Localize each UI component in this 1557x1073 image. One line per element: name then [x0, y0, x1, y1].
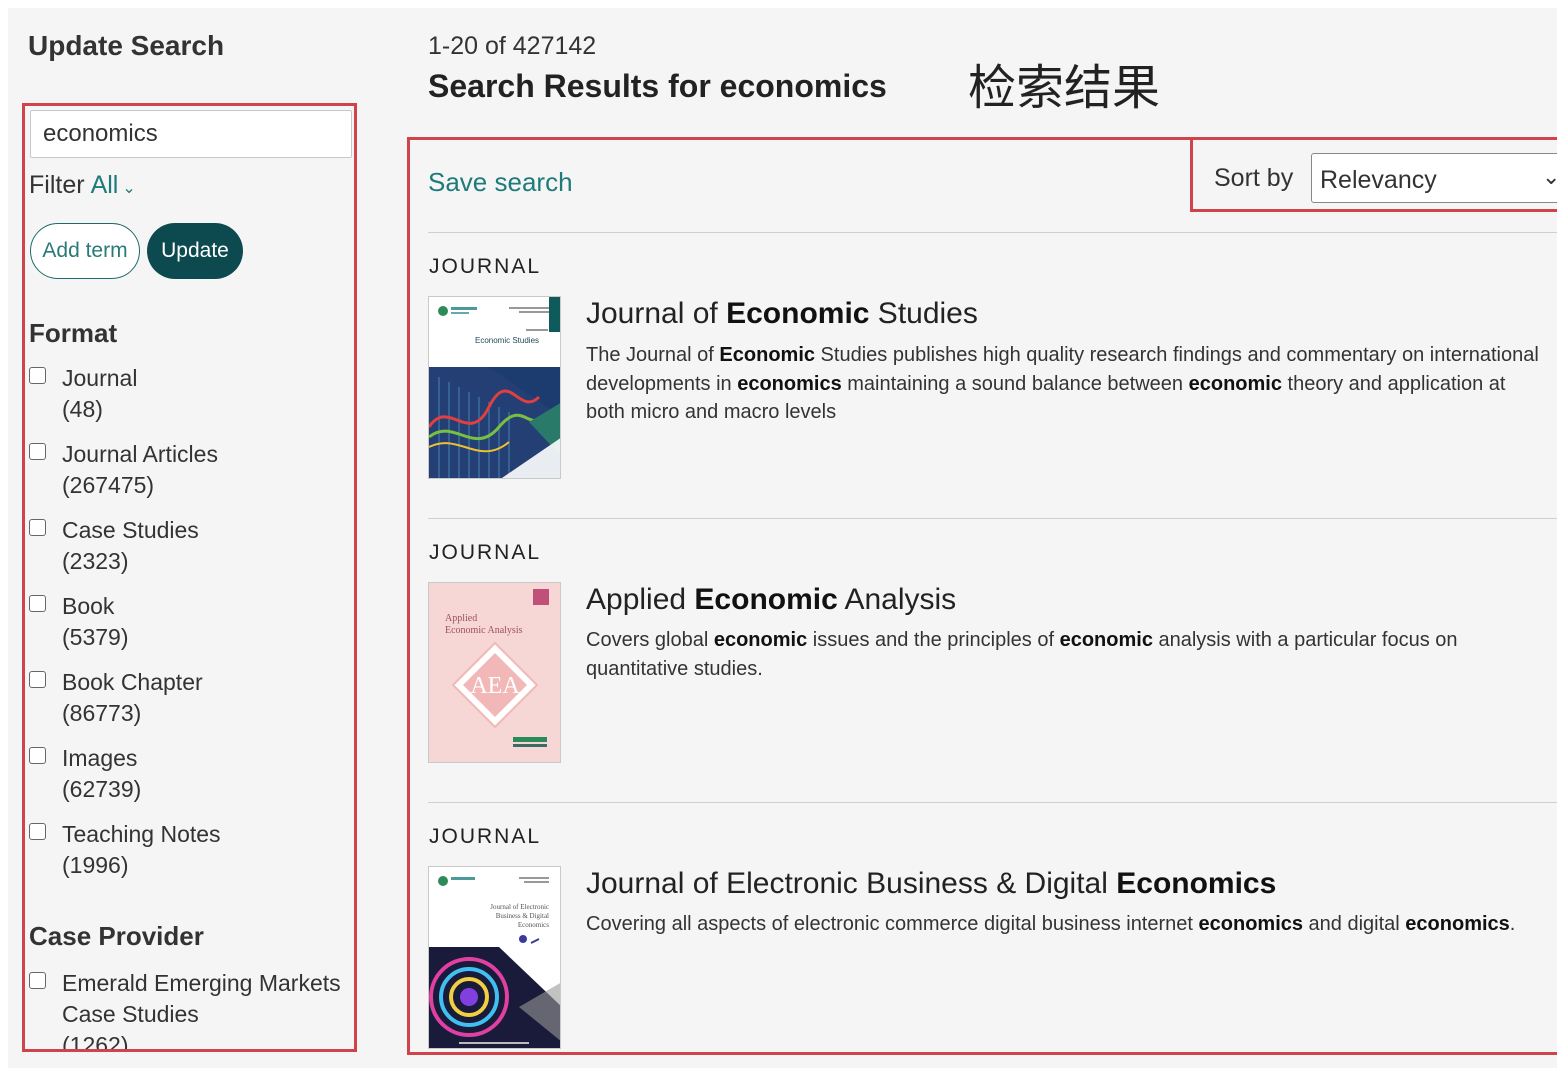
cover-art: Applied Economic Analysis AEA: [429, 583, 560, 762]
facet-label: Case Studies: [62, 517, 199, 543]
update-search-heading: Update Search: [28, 30, 225, 61]
facet-label: Book: [62, 593, 115, 619]
filter-row: Filter All ⌄: [29, 171, 136, 200]
divider: [428, 232, 1557, 233]
result-title-link[interactable]: Journal of Electronic Business & Digital…: [586, 867, 1276, 901]
facet-images[interactable]: Images (62739): [29, 743, 349, 819]
cover-mark: AEA: [470, 673, 520, 699]
update-button[interactable]: Update: [147, 223, 243, 279]
page-title: Search Results for economics: [428, 68, 887, 104]
result-title-link[interactable]: Journal of Economic Studies: [586, 297, 978, 331]
checkbox[interactable]: [29, 747, 46, 764]
checkbox[interactable]: [29, 595, 46, 612]
results-count: 1-20 of 427142: [428, 32, 597, 60]
sort-label: Sort by: [1214, 164, 1294, 192]
checkbox[interactable]: [29, 443, 46, 460]
facet-label: Journal Articles: [62, 441, 218, 467]
filter-dropdown[interactable]: All: [91, 171, 119, 199]
cover-title: Applied: [445, 613, 477, 624]
facet-journal-articles[interactable]: Journal Articles (267475): [29, 439, 349, 515]
result-type: JOURNAL: [429, 825, 542, 848]
facet-count: (62739): [62, 776, 142, 802]
annotation-label: 检索结果: [968, 60, 1161, 116]
facet-count: (86773): [62, 700, 142, 726]
add-term-button[interactable]: Add term: [30, 223, 140, 279]
svg-text:Business & Digital: Business & Digital: [496, 912, 549, 920]
search-input[interactable]: [30, 110, 352, 158]
cover-art: Economic Studies: [429, 297, 560, 478]
sort-select[interactable]: Relevancy ⌄: [1311, 153, 1557, 203]
result-type: JOURNAL: [429, 255, 542, 278]
sort-value: Relevancy: [1320, 166, 1437, 194]
svg-text:Economics: Economics: [518, 921, 549, 929]
save-search-link[interactable]: Save search: [428, 167, 573, 198]
facet-count: (1996): [62, 852, 129, 878]
facet-count: (1262): [62, 1032, 129, 1052]
facet-count: (2323): [62, 548, 129, 574]
result-description: The Journal of Economic Studies publishe…: [586, 344, 1539, 423]
sidebar-panel: FilterAll⌄ Add term Update Format Journa…: [22, 103, 357, 1052]
facet-label: Emerald Emerging Markets Case Studies: [62, 970, 341, 1027]
cover-title: Economic Studies: [475, 336, 539, 345]
result-description: Covering all aspects of electronic comme…: [586, 913, 1516, 935]
facet-label: Teaching Notes: [62, 821, 221, 847]
facet-book-chapter[interactable]: Book Chapter (86773): [29, 667, 349, 743]
svg-text:Journal of Electronic: Journal of Electronic: [490, 903, 549, 911]
sort-control: Sort by Relevancy ⌄: [1190, 140, 1557, 212]
facet-count: (48): [62, 396, 103, 422]
facet-label: Journal: [62, 365, 138, 391]
checkbox[interactable]: [29, 519, 46, 536]
case-provider-heading: Case Provider: [29, 921, 204, 951]
chevron-down-icon[interactable]: ⌄: [122, 180, 135, 197]
results-panel: Save search Sort by Relevancy ⌄ JOURNAL …: [407, 137, 1557, 1055]
divider: [428, 518, 1557, 519]
chevron-down-icon: ⌄: [1542, 164, 1557, 190]
facet-journal[interactable]: Journal (48): [29, 363, 349, 439]
facet-count: (267475): [62, 472, 155, 498]
filter-label: Filter: [29, 171, 85, 199]
result-type: JOURNAL: [429, 541, 542, 564]
svg-text:Economic Analysis: Economic Analysis: [445, 625, 523, 636]
checkbox[interactable]: [29, 823, 46, 840]
checkbox[interactable]: [29, 671, 46, 688]
checkbox[interactable]: [29, 972, 46, 989]
facet-case-studies[interactable]: Case Studies (2323): [29, 515, 349, 591]
journal-cover-image[interactable]: Journal of Electronic Business & Digital…: [428, 866, 561, 1049]
journal-cover-image[interactable]: Applied Economic Analysis AEA: [428, 582, 561, 763]
result-description: Covers global economic issues and the pr…: [586, 629, 1458, 680]
cover-art: Journal of Electronic Business & Digital…: [429, 867, 560, 1048]
facet-label: Book Chapter: [62, 669, 203, 695]
divider: [428, 802, 1557, 803]
journal-cover-image[interactable]: Economic Studies: [428, 296, 561, 479]
facet-count: (5379): [62, 624, 129, 650]
facet-book[interactable]: Book (5379): [29, 591, 349, 667]
facet-label: Images: [62, 745, 138, 771]
format-facet-list: Journal (48) Journal Articles (267475) Cas…: [29, 363, 349, 895]
facet-teaching-notes[interactable]: Teaching Notes (1996): [29, 819, 349, 895]
result-title-link[interactable]: Applied Economic Analysis: [586, 583, 956, 617]
format-heading: Format: [29, 318, 118, 348]
checkbox[interactable]: [29, 367, 46, 384]
